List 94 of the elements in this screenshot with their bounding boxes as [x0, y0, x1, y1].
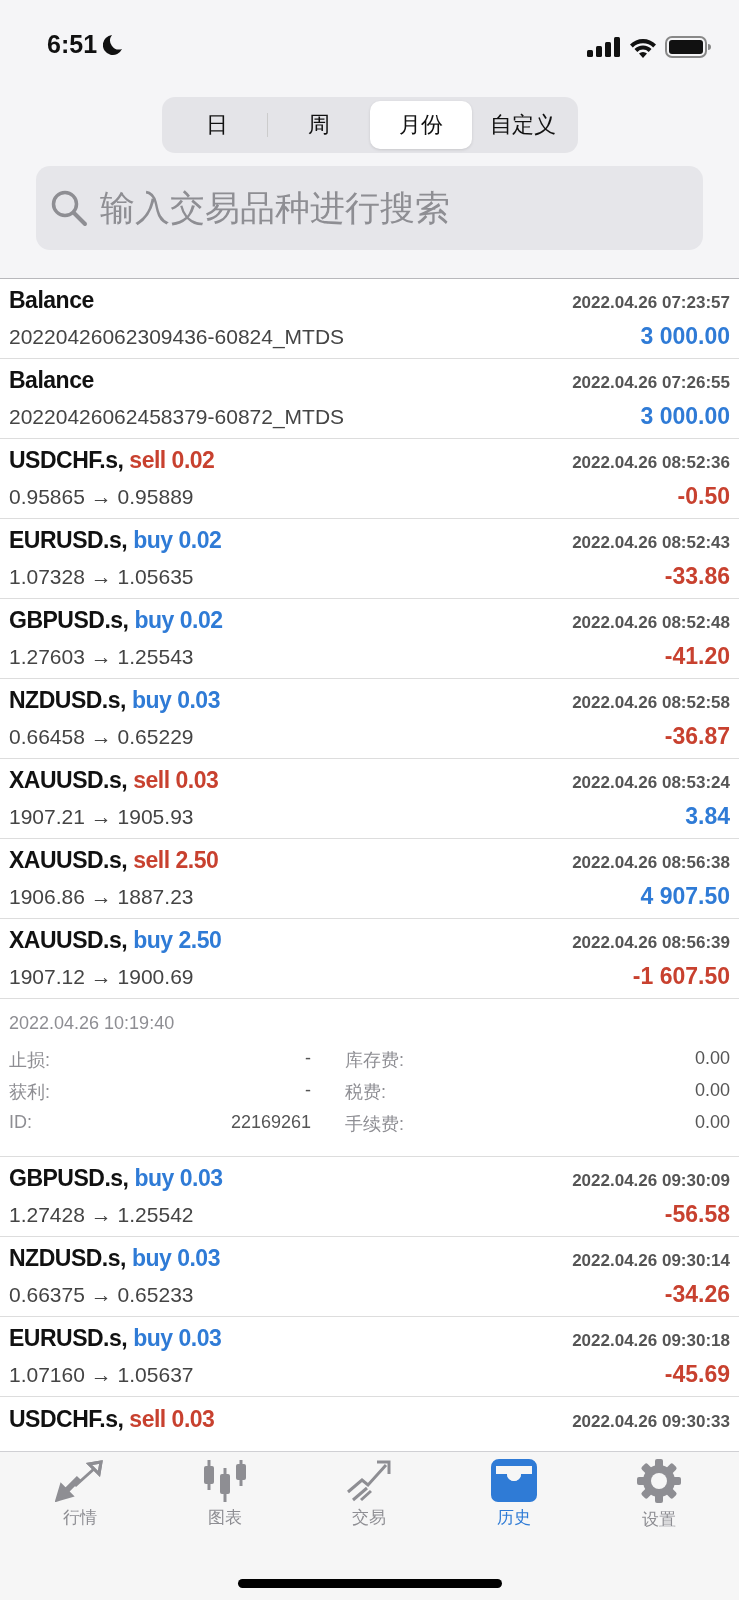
symbol-label: NZDUSD.s,: [9, 1245, 126, 1272]
entry-time: 2022.04.26 09:30:33: [572, 1412, 730, 1432]
profit-amount: -0.50: [677, 483, 730, 510]
tab-bar-item[interactable]: 设置: [603, 1452, 714, 1531]
order-side: buy 0.02: [134, 607, 223, 634]
profit-amount: -36.87: [664, 723, 730, 750]
signal-icon: [587, 37, 621, 57]
close-time: 2022.04.26 10:19:40: [9, 1013, 176, 1034]
symbol-label: EURUSD.s,: [9, 527, 128, 554]
period-tab[interactable]: 月份: [369, 101, 472, 149]
field-label: 库存费:: [345, 1049, 404, 1072]
entry-title: Balance: [9, 367, 94, 394]
order-side: buy 0.03: [134, 1165, 223, 1192]
field-label: 止损:: [9, 1049, 50, 1072]
profit-amount: -45.69: [664, 1361, 730, 1388]
field-label: 税费:: [345, 1081, 386, 1104]
price-change: 1906.86 → 1887.23: [9, 885, 194, 909]
order-side: sell 2.50: [133, 847, 219, 874]
field-value: 0.00: [694, 1080, 730, 1102]
field-value: -: [305, 1080, 311, 1102]
profit-amount: -1 607.50: [632, 963, 730, 990]
profit-amount: 4 907.50: [640, 883, 730, 910]
tab-bar-item[interactable]: 图表: [169, 1452, 280, 1531]
order-side: buy 0.03: [131, 687, 220, 714]
order-side: buy 0.03: [133, 1325, 222, 1352]
price-change: 0.95865 → 0.95889: [9, 485, 194, 509]
symbol-label: GBPUSD.s,: [9, 607, 129, 634]
entry-time: 2022.04.26 08:52:43: [572, 533, 730, 553]
price-change: 0.66375 → 0.65233: [9, 1283, 194, 1307]
field-label: 获利:: [9, 1081, 50, 1104]
price-change: 1.27603 → 1.25543: [9, 645, 194, 669]
entry-time: 2022.04.26 08:52:58: [572, 693, 730, 713]
battery-icon: [665, 36, 711, 58]
field-label: 手续费:: [345, 1113, 404, 1136]
period-tab[interactable]: 自定义: [471, 101, 574, 149]
profit-amount: -41.20: [664, 643, 730, 670]
field-value: 0.00: [694, 1048, 730, 1070]
symbol-label: EURUSD.s,: [9, 1325, 128, 1352]
entry-title: Balance: [9, 287, 94, 314]
entry-comment: 20220426062458379-60872_MTDS: [9, 405, 345, 429]
period-tab[interactable]: 日: [165, 101, 268, 149]
inbox-icon: [491, 1458, 538, 1502]
tab-bar-item[interactable]: 行情: [25, 1452, 136, 1531]
tab-bar-item[interactable]: 历史: [459, 1452, 570, 1531]
profit-amount: -34.26: [664, 1281, 730, 1308]
entry-time: 2022.04.26 09:30:14: [572, 1251, 730, 1271]
price-change: 1907.21 → 1905.93: [9, 805, 194, 829]
order-side: buy 2.50: [133, 927, 222, 954]
symbol-label: XAUUSD.s,: [9, 927, 128, 954]
profit-amount: -33.86: [664, 563, 730, 590]
field-value: 0.00: [694, 1112, 730, 1134]
entry-time: 2022.04.26 08:56:39: [572, 933, 730, 953]
price-change: 0.66458 → 0.65229: [9, 725, 194, 749]
entry-time: 2022.04.26 08:52:48: [572, 613, 730, 633]
entry-time: 2022.04.26 08:52:36: [572, 453, 730, 473]
wifi-icon: [629, 36, 657, 58]
field-value: 22169261: [230, 1112, 311, 1134]
arrows-icon: [55, 1458, 106, 1502]
entry-time: 2022.04.26 07:23:57: [572, 293, 730, 313]
entry-time: 2022.04.26 08:56:38: [572, 853, 730, 873]
symbol-label: NZDUSD.s,: [9, 687, 126, 714]
tab-bar-item[interactable]: 交易: [314, 1452, 425, 1531]
trend-icon: [345, 1458, 394, 1502]
order-side: buy 0.03: [131, 1245, 220, 1272]
search-icon: [50, 189, 88, 227]
order-side: sell 0.02: [129, 447, 215, 474]
profit-amount: 3.84: [685, 803, 730, 830]
entry-time: 2022.04.26 07:26:55: [572, 373, 730, 393]
order-side: buy 0.02: [133, 527, 222, 554]
symbol-label: GBPUSD.s,: [9, 1165, 129, 1192]
price-change: 1.07328 → 1.05635: [9, 565, 194, 589]
profit-amount: -56.58: [664, 1201, 730, 1228]
profit-amount: 3 000.00: [640, 323, 730, 350]
entry-time: 2022.04.26 09:30:09: [572, 1171, 730, 1191]
search-field[interactable]: 输入交易品种进行搜索: [36, 166, 703, 250]
price-change: 1.27428 → 1.25542: [9, 1203, 194, 1227]
period-tab[interactable]: 周: [267, 101, 370, 149]
symbol-label: XAUUSD.s,: [9, 847, 128, 874]
entry-time: 2022.04.26 09:30:18: [572, 1331, 730, 1351]
field-value: -: [305, 1048, 311, 1070]
symbol-label: XAUUSD.s,: [9, 767, 128, 794]
moon-icon: [103, 33, 124, 56]
profit-amount: 3 000.00: [640, 403, 730, 430]
clock-time: 6:51: [47, 30, 98, 59]
entry-comment: 20220426062309436-60824_MTDS: [9, 325, 345, 349]
symbol-label: USDCHF.s,: [9, 1406, 124, 1433]
order-side: sell 0.03: [133, 767, 219, 794]
symbol-label: USDCHF.s,: [9, 447, 124, 474]
gear-icon: [635, 1458, 682, 1504]
field-label: ID:: [9, 1112, 32, 1134]
price-change: 1907.12 → 1900.69: [9, 965, 194, 989]
order-side: sell 0.03: [129, 1406, 215, 1433]
entry-time: 2022.04.26 08:53:24: [572, 773, 730, 793]
price-change: 1.07160 → 1.05637: [9, 1363, 194, 1387]
